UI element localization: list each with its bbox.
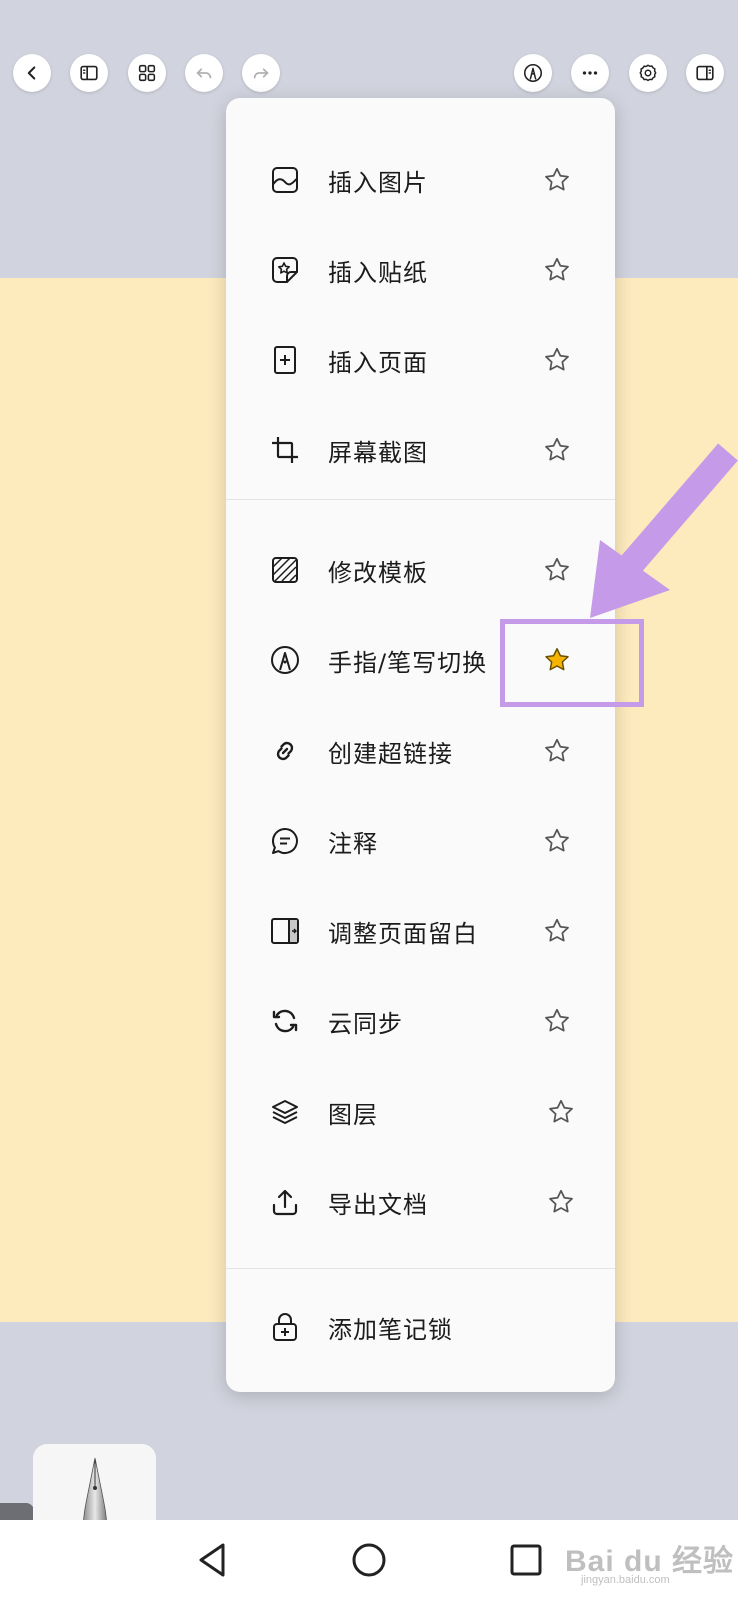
- redo-icon: [253, 68, 269, 79]
- annotation-arrow-icon: [590, 443, 738, 618]
- undo-icon: [196, 68, 212, 79]
- menu-item-create-link[interactable]: 创建超链接: [226, 711, 615, 791]
- favorite-star-icon[interactable]: [542, 435, 572, 465]
- link-icon: [268, 734, 302, 768]
- menu-item-label: 导出文档: [328, 1190, 428, 1219]
- menu-item-label: 添加笔记锁: [328, 1315, 453, 1344]
- favorite-star-icon[interactable]: [542, 555, 572, 585]
- menu-item-label: 创建超链接: [328, 739, 453, 768]
- baidu-watermark: Bai du 经验 jingyan.baidu.com: [565, 1530, 735, 1590]
- nav-back-button[interactable]: [190, 1538, 234, 1582]
- menu-item-label: 插入贴纸: [328, 258, 428, 287]
- favorite-star-icon[interactable]: [542, 1006, 572, 1036]
- menu-item-insert-page[interactable]: 插入页面: [226, 320, 615, 400]
- margin-icon: [268, 914, 302, 948]
- nav-recents-button[interactable]: [504, 1538, 548, 1582]
- panel-icon: [696, 65, 714, 81]
- menu-item-add-note-lock[interactable]: 添加笔记锁: [226, 1287, 615, 1367]
- menu-item-label: 图层: [328, 1100, 378, 1129]
- panel-toggle-button[interactable]: [686, 54, 724, 92]
- pen-mode-button[interactable]: [514, 54, 552, 92]
- favorite-star-icon[interactable]: [542, 345, 572, 375]
- menu-item-layers[interactable]: 图层: [226, 1072, 615, 1152]
- favorite-star-icon[interactable]: [542, 736, 572, 766]
- crop-icon: [268, 433, 302, 467]
- comment-icon: [268, 824, 302, 858]
- sticker-icon: [268, 253, 302, 287]
- pen-nib-icon: [268, 643, 302, 677]
- sync-icon: [268, 1004, 302, 1038]
- back-icon: [27, 66, 36, 80]
- menu-item-label: 调整页面留白: [328, 919, 478, 948]
- sidebar-icon: [80, 65, 98, 81]
- menu-divider: [226, 499, 615, 500]
- menu-item-adjust-margin[interactable]: 调整页面留白: [226, 891, 615, 971]
- menu-divider: [226, 1268, 615, 1269]
- pen-mode-icon: [523, 63, 543, 83]
- watermark-sub: jingyan.baidu.com: [581, 1574, 670, 1586]
- redo-button[interactable]: [242, 54, 280, 92]
- favorite-star-icon[interactable]: [542, 916, 572, 946]
- menu-item-label: 屏幕截图: [328, 438, 428, 467]
- favorite-star-icon[interactable]: [546, 1097, 576, 1127]
- favorite-star-icon[interactable]: [542, 255, 572, 285]
- menu-item-comment[interactable]: 注释: [226, 801, 615, 881]
- back-button[interactable]: [13, 54, 51, 92]
- lock-icon: [268, 1310, 302, 1344]
- menu-item-edit-template[interactable]: 修改模板: [226, 530, 615, 610]
- export-icon: [268, 1185, 302, 1219]
- layers-icon: [268, 1095, 302, 1129]
- grid-view-button[interactable]: [128, 54, 166, 92]
- menu-item-insert-image[interactable]: 插入图片: [226, 140, 615, 220]
- menu-item-label: 插入页面: [328, 348, 428, 377]
- menu-item-cloud-sync[interactable]: 云同步: [226, 981, 615, 1061]
- menu-item-insert-sticker[interactable]: 插入贴纸: [226, 230, 615, 310]
- sidebar-toggle-button[interactable]: [70, 54, 108, 92]
- menu-item-export[interactable]: 导出文档: [226, 1162, 615, 1242]
- circle-home-icon: [352, 1543, 386, 1577]
- more-button[interactable]: [571, 54, 609, 92]
- favorite-star-icon[interactable]: [542, 826, 572, 856]
- image-icon: [268, 163, 302, 197]
- triangle-back-icon: [199, 1543, 225, 1577]
- grid-icon: [138, 64, 156, 82]
- menu-item-label: 注释: [328, 829, 378, 858]
- favorite-star-icon[interactable]: [546, 1187, 576, 1217]
- menu-item-label: 手指/笔写切换: [328, 648, 488, 677]
- more-menu: 插入图片 插入贴纸 插入页面 屏幕截图 修改模板 手指/笔写切换 创建超链接 注…: [226, 98, 615, 1392]
- undo-button[interactable]: [185, 54, 223, 92]
- highlight-box: [500, 619, 644, 707]
- settings-button[interactable]: [629, 54, 667, 92]
- menu-item-label: 云同步: [328, 1009, 403, 1038]
- more-icon: [582, 71, 598, 75]
- menu-item-label: 插入图片: [328, 168, 428, 197]
- favorite-star-icon[interactable]: [542, 165, 572, 195]
- menu-item-label: 修改模板: [328, 558, 428, 587]
- template-icon: [268, 553, 302, 587]
- nav-home-button[interactable]: [347, 1538, 391, 1582]
- menu-item-screenshot[interactable]: 屏幕截图: [226, 410, 615, 490]
- settings-icon: [639, 64, 657, 82]
- add-page-icon: [268, 343, 302, 377]
- square-recents-icon: [510, 1544, 542, 1576]
